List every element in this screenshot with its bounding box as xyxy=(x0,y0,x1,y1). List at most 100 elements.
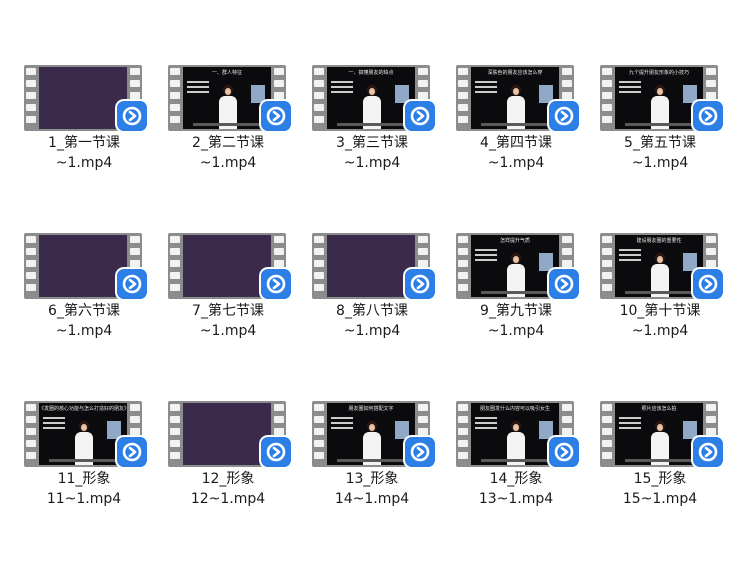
file-name[interactable]: 6_第六节课 ~1.mp4 xyxy=(10,301,158,341)
video-thumbnail[interactable] xyxy=(24,65,147,131)
film-perforations xyxy=(601,236,613,296)
video-player-icon xyxy=(117,101,147,131)
file-item[interactable]: 一、搞懂朋友的缺点 3_第三节课 ~1.mp4 xyxy=(312,65,456,215)
film-perforations xyxy=(169,68,181,128)
file-item[interactable]: 1_第一节课 ~1.mp4 xyxy=(24,65,168,215)
video-frame xyxy=(39,67,127,129)
video-thumbnail[interactable]: 一、群人特征 xyxy=(168,65,291,131)
video-thumbnail[interactable]: 九个提升朋友形象的小技巧 xyxy=(600,65,723,131)
video-thumbnail[interactable]: 《发圈的核心功能与怎么打造好的朋友》 xyxy=(24,401,147,467)
video-frame xyxy=(39,235,127,297)
video-frame: 朋友圈发什么内容可以吸引女生 xyxy=(471,403,559,465)
file-item[interactable]: 12_形象 12~1.mp4 xyxy=(168,401,312,551)
file-name-line1: 1_第一节课 xyxy=(48,135,120,151)
video-player-icon xyxy=(405,101,435,131)
video-thumbnail[interactable]: 朋友圈如何搭配文字 xyxy=(312,401,435,467)
file-name[interactable]: 9_第九节课 ~1.mp4 xyxy=(442,301,590,341)
video-player-icon xyxy=(549,101,579,131)
video-player-icon xyxy=(261,437,291,467)
film-perforations xyxy=(25,68,37,128)
file-item[interactable]: 九个提升朋友形象的小技巧 5_第五节课 ~1.mp4 xyxy=(600,65,740,215)
file-name-line2: ~1.mp4 xyxy=(199,323,257,339)
file-name-line2: 13~1.mp4 xyxy=(478,491,554,507)
video-player-icon xyxy=(549,437,579,467)
file-name-line1: 11_形象 xyxy=(57,471,111,487)
file-name-line1: 14_形象 xyxy=(489,471,543,487)
file-item[interactable]: 建设朋友圈的重要性 10_第十节课 ~1.mp4 xyxy=(600,233,740,383)
file-item[interactable]: 朋友圈发什么内容可以吸引女生 14_形象 13~1.mp4 xyxy=(456,401,600,551)
frame-caption: 朋友圈发什么内容可以吸引女生 xyxy=(479,406,550,412)
film-perforations xyxy=(457,68,469,128)
file-name-line2: ~1.mp4 xyxy=(55,323,113,339)
file-name[interactable]: 5_第五节课 ~1.mp4 xyxy=(586,133,734,173)
file-name-line1: 8_第八节课 xyxy=(336,303,408,319)
file-name-line1: 2_第二节课 xyxy=(192,135,264,151)
file-name[interactable]: 14_形象 13~1.mp4 xyxy=(442,469,590,509)
video-player-icon xyxy=(117,437,147,467)
file-name-line2: ~1.mp4 xyxy=(343,323,401,339)
file-name-line1: 5_第五节课 xyxy=(624,135,696,151)
file-name[interactable]: 8_第八节课 ~1.mp4 xyxy=(298,301,446,341)
video-thumbnail[interactable] xyxy=(168,233,291,299)
file-name-line1: 15_形象 xyxy=(633,471,687,487)
file-name-line2: ~1.mp4 xyxy=(631,155,689,171)
video-player-icon xyxy=(693,269,723,299)
video-thumbnail[interactable]: 怎样提升气质 xyxy=(456,233,579,299)
file-item[interactable]: 照片应该怎么拍 15_形象 15~1.mp4 xyxy=(600,401,740,551)
file-item[interactable]: 《发圈的核心功能与怎么打造好的朋友》 11_形象 11~1.mp4 xyxy=(24,401,168,551)
video-frame: 九个提升朋友形象的小技巧 xyxy=(615,67,703,129)
file-name[interactable]: 7_第七节课 ~1.mp4 xyxy=(154,301,302,341)
video-player-icon xyxy=(117,269,147,299)
film-perforations xyxy=(313,236,325,296)
video-thumbnail[interactable]: 建设朋友圈的重要性 xyxy=(600,233,723,299)
video-player-icon xyxy=(261,101,291,131)
file-name[interactable]: 4_第四节课 ~1.mp4 xyxy=(442,133,590,173)
video-thumbnail[interactable]: 一、搞懂朋友的缺点 xyxy=(312,65,435,131)
video-frame: 建设朋友圈的重要性 xyxy=(615,235,703,297)
file-name-line2: ~1.mp4 xyxy=(55,155,113,171)
file-name-line2: ~1.mp4 xyxy=(487,155,545,171)
file-name[interactable]: 10_第十节课 ~1.mp4 xyxy=(586,301,734,341)
film-perforations xyxy=(601,404,613,464)
film-perforations xyxy=(457,236,469,296)
film-perforations xyxy=(457,404,469,464)
file-name[interactable]: 11_形象 11~1.mp4 xyxy=(10,469,158,509)
frame-caption: 一、搞懂朋友的缺点 xyxy=(348,70,394,76)
file-name-line2: ~1.mp4 xyxy=(199,155,257,171)
file-name[interactable]: 3_第三节课 ~1.mp4 xyxy=(298,133,446,173)
film-perforations xyxy=(25,236,37,296)
file-item[interactable]: 6_第六节课 ~1.mp4 xyxy=(24,233,168,383)
frame-caption: 九个提升朋友形象的小技巧 xyxy=(628,70,689,76)
file-name[interactable]: 13_形象 14~1.mp4 xyxy=(298,469,446,509)
file-name[interactable]: 15_形象 15~1.mp4 xyxy=(586,469,734,509)
file-item[interactable]: 深肤色的朋友应该怎么穿 4_第四节课 ~1.mp4 xyxy=(456,65,600,215)
video-thumbnail[interactable] xyxy=(24,233,147,299)
file-item[interactable]: 怎样提升气质 9_第九节课 ~1.mp4 xyxy=(456,233,600,383)
file-name[interactable]: 2_第二节课 ~1.mp4 xyxy=(154,133,302,173)
video-frame xyxy=(183,235,271,297)
file-name[interactable]: 1_第一节课 ~1.mp4 xyxy=(10,133,158,173)
file-name-line2: 11~1.mp4 xyxy=(46,491,122,507)
file-name-line1: 12_形象 xyxy=(201,471,255,487)
video-thumbnail[interactable] xyxy=(312,233,435,299)
file-item[interactable]: 7_第七节课 ~1.mp4 xyxy=(168,233,312,383)
video-thumbnail[interactable]: 照片应该怎么拍 xyxy=(600,401,723,467)
frame-caption: 一、群人特征 xyxy=(211,70,242,76)
file-item[interactable]: 一、群人特征 2_第二节课 ~1.mp4 xyxy=(168,65,312,215)
file-name-line1: 10_第十节课 xyxy=(619,303,701,319)
file-name-line2: 15~1.mp4 xyxy=(622,491,698,507)
file-item[interactable]: 朋友圈如何搭配文字 13_形象 14~1.mp4 xyxy=(312,401,456,551)
video-player-icon xyxy=(549,269,579,299)
file-name[interactable]: 12_形象 12~1.mp4 xyxy=(154,469,302,509)
file-name-line2: ~1.mp4 xyxy=(487,323,545,339)
frame-caption: 朋友圈如何搭配文字 xyxy=(348,406,394,412)
video-frame: 怎样提升气质 xyxy=(471,235,559,297)
video-thumbnail[interactable]: 深肤色的朋友应该怎么穿 xyxy=(456,65,579,131)
video-frame: 《发圈的核心功能与怎么打造好的朋友》 xyxy=(39,403,127,465)
video-thumbnail[interactable]: 朋友圈发什么内容可以吸引女生 xyxy=(456,401,579,467)
video-thumbnail[interactable] xyxy=(168,401,291,467)
video-frame: 朋友圈如何搭配文字 xyxy=(327,403,415,465)
video-player-icon xyxy=(693,437,723,467)
file-item[interactable]: 8_第八节课 ~1.mp4 xyxy=(312,233,456,383)
file-name-line2: 14~1.mp4 xyxy=(334,491,410,507)
